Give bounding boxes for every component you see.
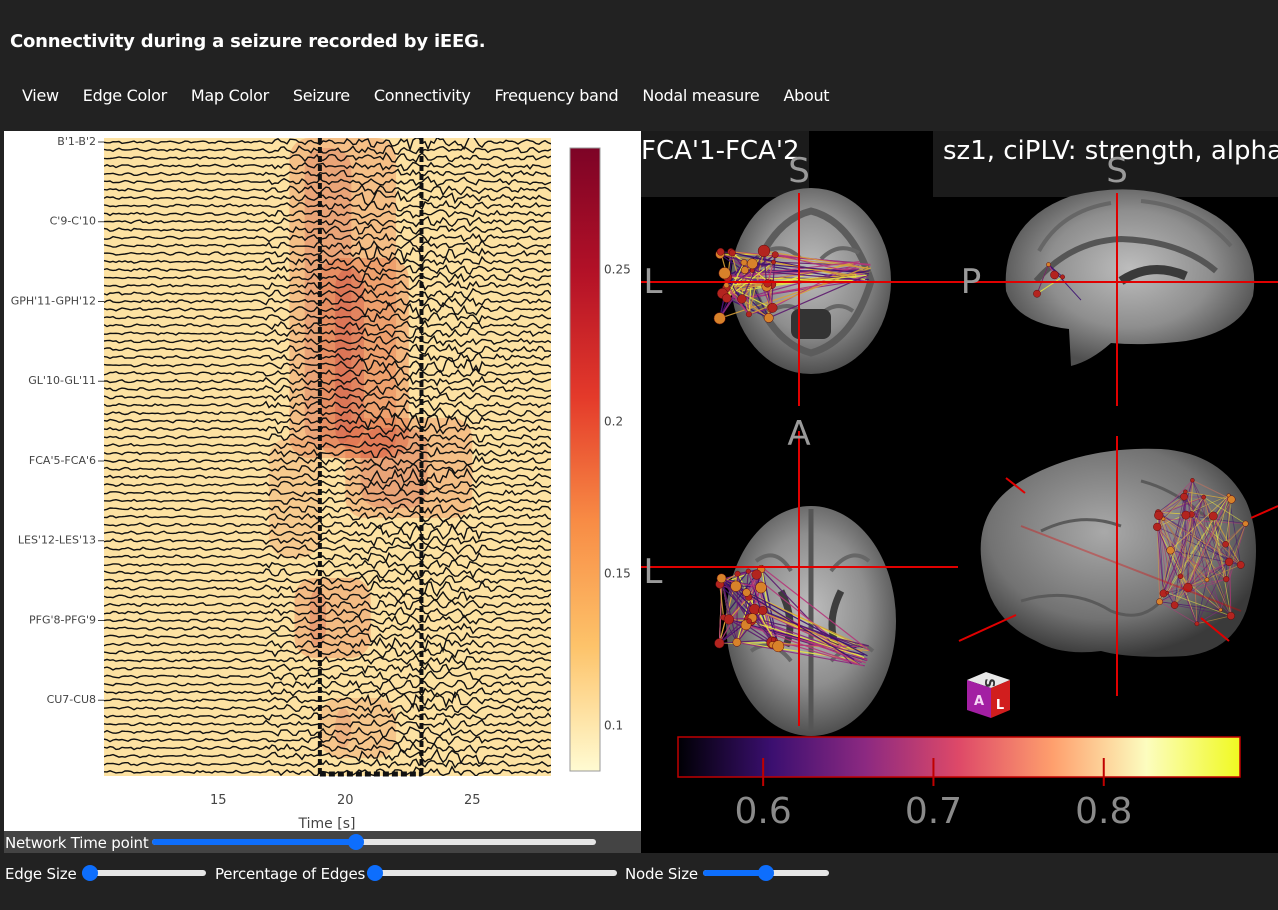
colorbar-tick-label: 0.2 bbox=[604, 415, 623, 429]
colorbar-tick-label: 0.25 bbox=[604, 263, 631, 277]
eeg-plot[interactable]: B'1-B'2 C'9-C'10 GPH'11-GPH'12 GL'10-GL'11 F… bbox=[4, 131, 641, 831]
menu-connectivity[interactable]: Connectivity bbox=[362, 80, 483, 110]
sagittal-view[interactable] bbox=[1005, 189, 1255, 366]
colorbar-tick-label: 0.15 bbox=[604, 566, 631, 580]
eeg-plot-panel[interactable]: B'1-B'2 C'9-C'10 GPH'11-GPH'12 GL'10-GL'11 F… bbox=[4, 131, 641, 831]
svg-text:L: L bbox=[996, 698, 1004, 713]
orientation-anterior: A bbox=[787, 414, 810, 454]
colorbar-bottom-tick: 0.8 bbox=[1075, 791, 1132, 832]
heat-colorbar bbox=[569, 147, 601, 772]
x-axis-label: Time [s] bbox=[298, 816, 356, 831]
colorbar-bottom-tick: 0.6 bbox=[735, 791, 792, 832]
channel-label: GPH'11-GPH'12 bbox=[11, 294, 96, 307]
svg-text:S: S bbox=[981, 678, 996, 687]
colorbar-tick-label: 0.1 bbox=[604, 718, 623, 732]
x-tick-label: 15 bbox=[210, 793, 227, 808]
menu-frequency-band[interactable]: Frequency band bbox=[483, 80, 631, 110]
menu-about[interactable]: About bbox=[771, 80, 841, 110]
channel-label: LES'12-LES'13 bbox=[18, 534, 96, 547]
orientation-cube[interactable]: S A L bbox=[967, 672, 1010, 718]
axial-view[interactable] bbox=[714, 506, 896, 736]
app-title: Connectivity during a seizure recorded b… bbox=[10, 31, 486, 52]
channel-label: PFG'8-PFG'9 bbox=[29, 613, 96, 626]
orientation-posterior: P bbox=[961, 262, 982, 302]
edge-size-slider[interactable] bbox=[82, 865, 206, 881]
percentage-edges-label: Percentage of Edges bbox=[215, 865, 366, 883]
brain-viewer[interactable]: FCA'1-FCA'2 sz1, ciPLV: strength, alpha bbox=[641, 131, 1278, 853]
percentage-edges-slider[interactable] bbox=[367, 865, 617, 881]
menu-bar: View Edge Color Map Color Seizure Connec… bbox=[10, 80, 841, 110]
menu-seizure[interactable]: Seizure bbox=[281, 80, 362, 110]
time-point-slider[interactable] bbox=[152, 834, 596, 850]
channel-label: C'9-C'10 bbox=[50, 215, 96, 228]
edge-size-label: Edge Size bbox=[5, 865, 77, 883]
x-tick-label: 25 bbox=[464, 793, 481, 808]
orientation-sup-sagittal: S bbox=[1106, 151, 1128, 191]
orientation-sup-coronal: S bbox=[788, 151, 810, 191]
channel-label: CU7-CU8 bbox=[47, 693, 96, 706]
svg-text:A: A bbox=[974, 694, 984, 709]
x-tick-label: 20 bbox=[337, 793, 354, 808]
electrode-label: FCA'1-FCA'2 bbox=[641, 136, 800, 166]
menu-edge-color[interactable]: Edge Color bbox=[71, 80, 179, 110]
channel-label: B'1-B'2 bbox=[57, 135, 96, 148]
orientation-left-axial: L bbox=[644, 552, 663, 592]
brain-3d-view[interactable] bbox=[980, 448, 1256, 657]
channel-label: FCA'5-FCA'6 bbox=[29, 454, 96, 467]
time-point-label: Network Time point bbox=[5, 834, 149, 852]
colorbar-bottom-tick: 0.7 bbox=[905, 791, 962, 832]
channel-label: GL'10-GL'11 bbox=[28, 374, 96, 387]
menu-map-color[interactable]: Map Color bbox=[179, 80, 281, 110]
node-size-slider[interactable] bbox=[703, 865, 829, 881]
menu-nodal-measure[interactable]: Nodal measure bbox=[630, 80, 771, 110]
node-size-label: Node Size bbox=[625, 865, 698, 883]
orientation-left-coronal: L bbox=[644, 262, 663, 302]
menu-view[interactable]: View bbox=[10, 80, 71, 110]
